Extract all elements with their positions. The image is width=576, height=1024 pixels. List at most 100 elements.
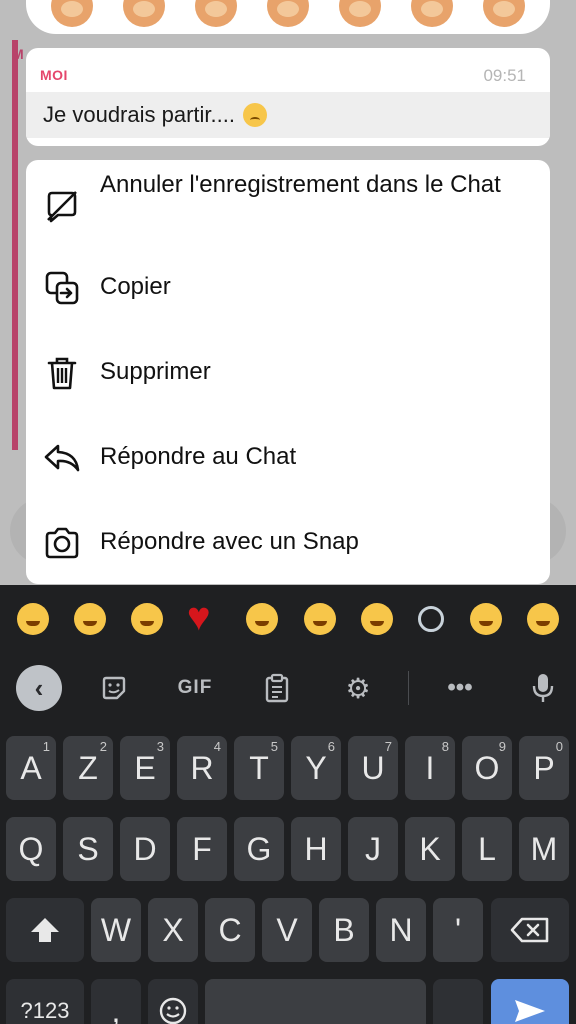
bitmoji-reaction-3[interactable]: [195, 0, 237, 27]
send-key[interactable]: [491, 979, 569, 1024]
key-x[interactable]: X: [148, 898, 198, 962]
key-label: P: [533, 749, 555, 786]
reaction-strip: [26, 0, 550, 34]
key-y[interactable]: Y6: [291, 736, 341, 800]
tears-of-joy-emoji-icon[interactable]: [16, 603, 49, 635]
crying-emoji-icon[interactable]: [246, 603, 279, 635]
smiley-icon: [159, 997, 187, 1024]
key-v[interactable]: V: [262, 898, 312, 962]
pleading-emoji-icon[interactable]: [361, 603, 394, 635]
key-c[interactable]: C: [205, 898, 255, 962]
send-icon: [515, 1000, 545, 1022]
context-menu: Annuler l'enregistrement dans le Chat Co…: [26, 160, 550, 584]
key-z[interactable]: Z2: [63, 736, 113, 800]
backspace-key[interactable]: [491, 898, 569, 962]
clipboard-icon[interactable]: [254, 665, 300, 711]
bitmoji-reaction-2[interactable]: [123, 0, 165, 27]
emoji-suggestion-row: [0, 585, 576, 653]
key-h[interactable]: H: [291, 817, 341, 881]
key-n[interactable]: N: [376, 898, 426, 962]
rofl-emoji-icon[interactable]: [303, 603, 336, 635]
sad-sweat-emoji-icon[interactable]: [469, 603, 502, 635]
reply-icon: [42, 438, 82, 478]
key-e[interactable]: E3: [120, 736, 170, 800]
key-o[interactable]: O9: [462, 736, 512, 800]
message-body: Je voudrais partir....: [26, 92, 550, 138]
key-u[interactable]: U7: [348, 736, 398, 800]
key-f[interactable]: F: [177, 817, 227, 881]
sender-initial: M: [12, 46, 24, 62]
more-icon[interactable]: •••: [437, 665, 483, 711]
menu-item-label: Répondre au Chat: [100, 443, 297, 470]
bitmoji-reaction-7[interactable]: [483, 0, 525, 27]
key-d[interactable]: D: [120, 817, 170, 881]
key-label: E: [134, 749, 156, 786]
bitmoji-reaction-1[interactable]: [51, 0, 93, 27]
message-text: Je voudrais partir....: [43, 102, 235, 127]
key-k[interactable]: K: [405, 817, 455, 881]
key-hint: 1: [42, 739, 50, 754]
key-apostrophe[interactable]: ': [433, 898, 483, 962]
key-comma[interactable]: ,: [91, 979, 141, 1024]
backspace-icon: [510, 917, 549, 943]
menu-item-copy[interactable]: Copier: [26, 260, 550, 316]
hearts-face-emoji-icon[interactable]: [527, 603, 560, 635]
selected-message: MOI 09:51 Je voudrais partir....: [26, 48, 550, 146]
key-a[interactable]: A1: [6, 736, 56, 800]
key-w[interactable]: W: [91, 898, 141, 962]
key-i[interactable]: I8: [405, 736, 455, 800]
toolbar-divider: [408, 671, 409, 705]
bitmoji-reaction-5[interactable]: [339, 0, 381, 27]
gif-button[interactable]: GIF: [172, 665, 218, 711]
bitmoji-reaction-4[interactable]: [267, 0, 309, 27]
key-hint: 9: [498, 739, 506, 754]
sticker-icon[interactable]: [91, 665, 137, 711]
microphone-icon[interactable]: [520, 665, 566, 711]
key-label: Z: [78, 749, 98, 786]
gear-icon[interactable]: ⚙: [335, 665, 381, 711]
key-p[interactable]: P0: [519, 736, 569, 800]
key-hint: 7: [384, 739, 392, 754]
message-sender: MOI: [40, 67, 68, 83]
kiss-emoji-icon[interactable]: [74, 603, 107, 635]
key-label: U: [361, 749, 385, 786]
menu-item-reply-chat[interactable]: Répondre au Chat: [26, 430, 550, 486]
heart-emoji-icon[interactable]: [187, 595, 221, 640]
trash-icon: [42, 353, 82, 393]
key-period[interactable]: [433, 979, 483, 1024]
camera-icon: [42, 523, 82, 563]
key-hint: 6: [327, 739, 335, 754]
ring-emoji-icon[interactable]: [418, 606, 445, 632]
key-label: T: [249, 749, 269, 786]
smile-emoji-icon[interactable]: [131, 603, 164, 635]
key-hint: 0: [555, 739, 563, 754]
menu-item-reply-snap[interactable]: Répondre avec un Snap: [26, 515, 550, 571]
keyboard: ‹ GIF ⚙ ••• A1 Z2 E3 R4 T5 Y6 U7 I8 O9 P…: [0, 585, 576, 1024]
bitmoji-reaction-6[interactable]: [411, 0, 453, 27]
key-g[interactable]: G: [234, 817, 284, 881]
shift-key[interactable]: [6, 898, 84, 962]
menu-item-label: Copier: [100, 273, 171, 300]
key-m[interactable]: M: [519, 817, 569, 881]
key-t[interactable]: T5: [234, 736, 284, 800]
key-q[interactable]: Q: [6, 817, 56, 881]
key-l[interactable]: L: [462, 817, 512, 881]
key-b[interactable]: B: [319, 898, 369, 962]
keyboard-toolbar: ‹ GIF ⚙ •••: [0, 653, 576, 725]
emoji-key[interactable]: [148, 979, 198, 1024]
key-s[interactable]: S: [63, 817, 113, 881]
space-key[interactable]: [205, 979, 426, 1024]
menu-item-label: Supprimer: [100, 358, 211, 385]
chevron-left-icon[interactable]: ‹: [16, 665, 62, 711]
key-hint: 3: [156, 739, 164, 754]
key-r[interactable]: R4: [177, 736, 227, 800]
menu-item-unsave[interactable]: Annuler l'enregistrement dans le Chat: [26, 164, 550, 244]
symbols-key[interactable]: ?123: [6, 979, 84, 1024]
message-time: 09:51: [483, 66, 526, 85]
key-label: Y: [305, 749, 327, 786]
key-j[interactable]: J: [348, 817, 398, 881]
key-hint: 5: [270, 739, 278, 754]
key-label: I: [425, 749, 435, 786]
menu-item-delete[interactable]: Supprimer: [26, 345, 550, 401]
key-label: R: [190, 749, 214, 786]
